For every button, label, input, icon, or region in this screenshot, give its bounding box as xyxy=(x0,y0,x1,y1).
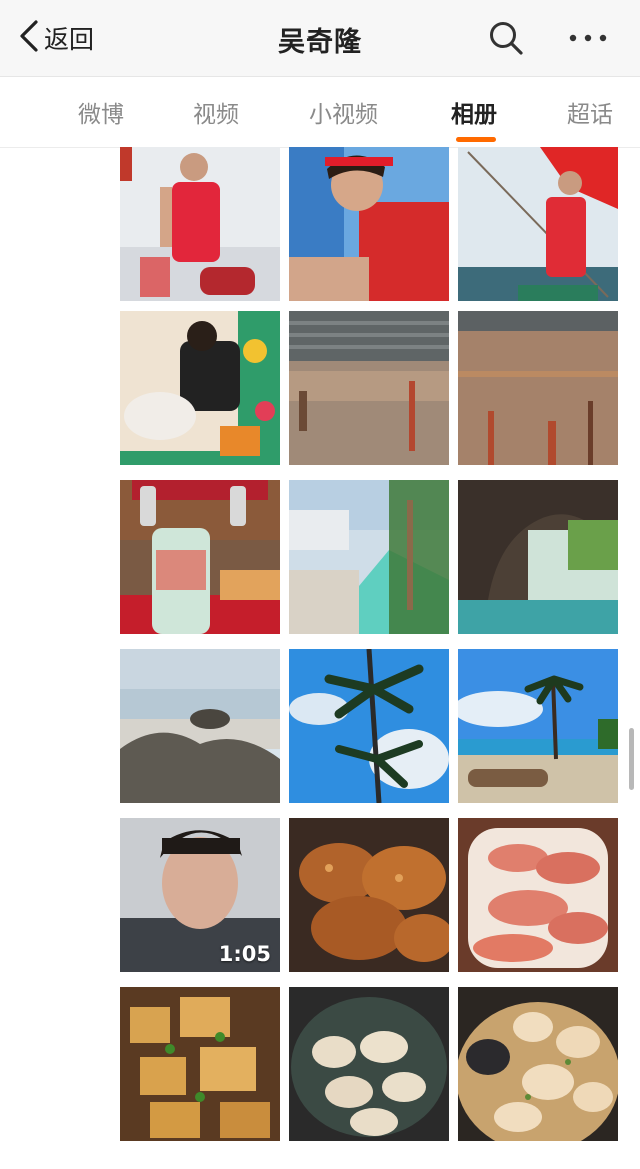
tab-super-topic[interactable]: 超话 xyxy=(567,95,613,129)
photo-thumbnail[interactable] xyxy=(120,480,280,634)
photo-thumbnail[interactable] xyxy=(289,818,449,972)
photo-thumbnail[interactable] xyxy=(120,311,280,465)
photo-image xyxy=(458,311,618,465)
photo-thumbnail[interactable] xyxy=(289,480,449,634)
photo-image xyxy=(289,987,449,1141)
photo-image xyxy=(458,818,618,972)
tab-video[interactable]: 视频 xyxy=(193,95,239,129)
photo-image xyxy=(120,311,280,465)
photo-thumbnail[interactable] xyxy=(289,987,449,1141)
photo-image xyxy=(458,987,618,1141)
photo-image xyxy=(289,818,449,972)
top-navbar: 返回 吴奇隆 xyxy=(0,0,640,77)
photo-thumbnail[interactable] xyxy=(289,147,449,301)
video-thumbnail[interactable]: 1:05 xyxy=(120,818,280,972)
photo-image xyxy=(289,311,449,465)
tab-weibo[interactable]: 微博 xyxy=(78,95,124,129)
photo-image xyxy=(289,147,449,301)
photo-image xyxy=(458,147,618,301)
photo-thumbnail[interactable] xyxy=(289,311,449,465)
photo-image xyxy=(458,480,618,634)
photo-thumbnail[interactable] xyxy=(458,987,618,1141)
photo-thumbnail[interactable] xyxy=(458,818,618,972)
profile-album-page: 返回 吴奇隆 微博 视频 小视频 相册 超话 1:05 xyxy=(0,0,640,1169)
more-icon xyxy=(569,34,607,42)
photo-thumbnail[interactable] xyxy=(120,147,280,301)
scroll-indicator[interactable] xyxy=(629,728,634,790)
photo-image xyxy=(120,480,280,634)
photo-image xyxy=(289,480,449,634)
active-tab-indicator xyxy=(456,137,496,142)
photo-thumbnail[interactable] xyxy=(458,649,618,803)
tab-bar: 微博 视频 小视频 相册 超话 xyxy=(0,77,640,148)
search-button[interactable] xyxy=(488,20,524,56)
photo-image xyxy=(289,649,449,803)
photo-grid: 1:05 xyxy=(120,147,620,1169)
photo-image xyxy=(458,649,618,803)
photo-thumbnail[interactable] xyxy=(120,649,280,803)
photo-thumbnail[interactable] xyxy=(120,987,280,1141)
photo-thumbnail[interactable] xyxy=(458,147,618,301)
more-button[interactable] xyxy=(568,28,608,48)
tab-short-video[interactable]: 小视频 xyxy=(309,95,378,129)
video-duration: 1:05 xyxy=(218,942,271,966)
photo-image xyxy=(120,147,280,301)
photo-thumbnail[interactable] xyxy=(289,649,449,803)
tab-album[interactable]: 相册 xyxy=(451,95,497,129)
photo-thumbnail[interactable] xyxy=(458,480,618,634)
search-icon xyxy=(490,22,523,55)
photo-image xyxy=(120,649,280,803)
page-title: 吴奇隆 xyxy=(278,27,362,58)
photo-thumbnail[interactable] xyxy=(458,311,618,465)
photo-image xyxy=(120,987,280,1141)
